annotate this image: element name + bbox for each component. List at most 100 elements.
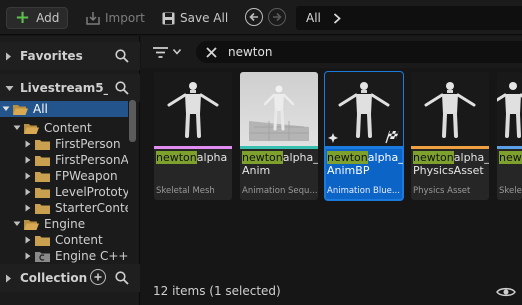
scroll-thumb[interactable] bbox=[129, 100, 136, 142]
search-highlight: newton bbox=[156, 151, 197, 164]
checkered-flag-icon bbox=[385, 130, 401, 144]
clear-search-button[interactable] bbox=[206, 46, 217, 58]
filter-icon bbox=[153, 46, 168, 58]
tree-label: FirstPersonA bbox=[55, 153, 128, 167]
filter-bar: newton bbox=[141, 36, 522, 68]
tree-item-engine[interactable]: Engine bbox=[0, 216, 128, 232]
tree-item-firstperson[interactable]: FirstPerson bbox=[0, 136, 128, 152]
tree-label: Engine bbox=[44, 217, 86, 231]
asset-tile-anim-blueprint[interactable]: newtonalpha_ AnimBP Animation Blue... bbox=[324, 71, 404, 201]
asset-color-bar bbox=[154, 146, 232, 149]
tree-item-firstpersonarms[interactable]: FirstPersonA bbox=[0, 152, 128, 168]
chevron-right-icon[interactable] bbox=[333, 12, 341, 24]
asset-color-bar bbox=[325, 146, 403, 149]
tree-item-content[interactable]: Content bbox=[0, 120, 128, 136]
expand-arrow-icon[interactable] bbox=[2, 105, 10, 113]
folder-open-icon bbox=[13, 104, 28, 115]
collapse-arrow-icon[interactable] bbox=[24, 156, 32, 164]
mannequin-thumbnail bbox=[411, 72, 489, 146]
tree-label: FPWeapon bbox=[55, 169, 118, 183]
save-icon bbox=[162, 12, 175, 25]
expand-arrow-icon[interactable] bbox=[13, 124, 21, 132]
mannequin-thumbnail bbox=[154, 72, 232, 146]
asset-tile-anim-sequence[interactable]: newtonalpha_ Anim Animation Sequ... bbox=[240, 72, 318, 200]
asset-name-rest: alpha bbox=[196, 151, 228, 164]
add-collection-button[interactable] bbox=[90, 269, 106, 285]
search-field[interactable]: newton bbox=[196, 41, 522, 63]
arrow-left-icon bbox=[249, 12, 259, 22]
status-bar-text: 12 items (1 selected) bbox=[153, 284, 281, 298]
arrow-right-icon bbox=[272, 12, 282, 22]
asset-type: Animation Sequ... bbox=[242, 186, 318, 196]
cpp-folder-icon bbox=[35, 251, 50, 262]
back-button[interactable] bbox=[245, 8, 263, 26]
asset-name: newt bbox=[499, 151, 522, 164]
folder-icon bbox=[35, 171, 50, 182]
collapse-arrow-icon[interactable] bbox=[24, 172, 32, 180]
tree-item-engine-content[interactable]: Content bbox=[0, 232, 128, 248]
tree-label: All bbox=[33, 102, 48, 116]
search-highlight: newton bbox=[242, 151, 283, 164]
favorites-header[interactable]: Favorites bbox=[0, 42, 140, 70]
breadcrumb-all[interactable]: All bbox=[306, 11, 321, 25]
expand-arrow-icon[interactable] bbox=[13, 220, 21, 228]
project-header[interactable]: Livestream5_5 bbox=[0, 74, 140, 102]
collapse-arrow-icon[interactable] bbox=[5, 52, 15, 61]
search-icon[interactable] bbox=[115, 81, 129, 98]
content-browser: + Add Import Save All All Favorites Live… bbox=[0, 0, 522, 305]
folder-icon bbox=[35, 139, 50, 150]
collapse-arrow-icon[interactable] bbox=[24, 188, 32, 196]
filter-button[interactable] bbox=[153, 44, 189, 60]
folder-icon bbox=[35, 187, 50, 198]
mannequin-thumbnail bbox=[325, 72, 403, 146]
path-breadcrumb[interactable]: All bbox=[296, 6, 522, 30]
collapse-arrow-icon[interactable] bbox=[24, 140, 32, 148]
collapse-arrow-icon[interactable] bbox=[5, 274, 15, 283]
tree-item-fpweapon[interactable]: FPWeapon bbox=[0, 168, 128, 184]
collapse-arrow-icon[interactable] bbox=[24, 252, 32, 260]
import-label: Import bbox=[105, 11, 145, 25]
asset-type: Skele bbox=[499, 186, 522, 196]
asset-tile-skeleton[interactable]: newt Skele bbox=[497, 72, 522, 200]
collection-header[interactable]: Collection bbox=[0, 264, 140, 292]
search-highlight: newt bbox=[499, 151, 522, 164]
collapse-arrow-icon[interactable] bbox=[24, 236, 32, 244]
asset-type: Animation Blue... bbox=[327, 186, 400, 196]
add-button[interactable]: + Add bbox=[6, 7, 68, 29]
save-all-button[interactable]: Save All bbox=[162, 7, 228, 29]
tree-label: FirstPerson bbox=[55, 137, 121, 151]
asset-color-bar bbox=[497, 146, 522, 149]
favorites-label: Favorites bbox=[20, 49, 83, 63]
chevron-down-icon bbox=[173, 49, 181, 55]
project-label: Livestream5_5 bbox=[20, 81, 108, 95]
tree-item-startercontent[interactable]: StarterConte bbox=[0, 200, 128, 216]
folder-icon bbox=[35, 155, 50, 166]
expand-arrow-icon[interactable] bbox=[5, 85, 15, 92]
asset-type: Skeletal Mesh bbox=[156, 186, 215, 196]
search-icon[interactable] bbox=[115, 271, 129, 288]
view-options-eye-icon[interactable] bbox=[496, 283, 516, 302]
add-label: Add bbox=[36, 11, 60, 25]
collapse-arrow-icon[interactable] bbox=[24, 204, 32, 212]
forward-button[interactable] bbox=[268, 8, 286, 26]
tree-item-engine-cpp-classes[interactable]: Engine C++ C bbox=[0, 248, 128, 264]
tree-item-levelprototyping[interactable]: LevelPrototy bbox=[0, 184, 128, 200]
mannequin-thumbnail bbox=[497, 72, 522, 146]
animation-thumbnail bbox=[240, 72, 318, 146]
tree-label: Engine C++ C bbox=[55, 249, 128, 263]
tree-item-all[interactable]: All bbox=[0, 101, 128, 117]
plus-icon bbox=[94, 273, 102, 281]
search-input[interactable]: newton bbox=[228, 45, 272, 59]
import-button[interactable]: Import bbox=[86, 7, 145, 29]
folder-icon bbox=[35, 203, 50, 214]
asset-tile-physics-asset[interactable]: newtonalpha_ PhysicsAsset Physics Asset bbox=[411, 72, 489, 200]
asset-tile-skeletal-mesh[interactable]: newtonalpha Skeletal Mesh bbox=[154, 72, 232, 200]
folder-open-icon bbox=[24, 123, 39, 134]
save-all-label: Save All bbox=[180, 11, 229, 25]
asset-name: newtonalpha_ Anim bbox=[242, 151, 318, 177]
asset-view: newton newtonalpha Skeletal Mesh newtona… bbox=[141, 36, 522, 305]
search-highlight: newton bbox=[413, 151, 454, 164]
asset-grid: newtonalpha Skeletal Mesh newtonalpha_ A… bbox=[141, 70, 522, 240]
asset-color-bar bbox=[240, 146, 318, 149]
search-icon[interactable] bbox=[115, 49, 129, 66]
